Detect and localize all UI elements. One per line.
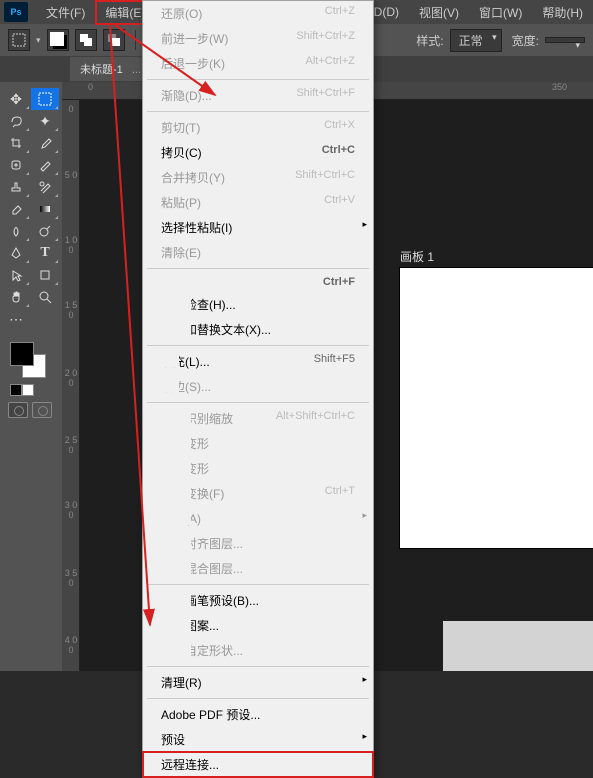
menu-presets[interactable]: 预设 (143, 727, 373, 752)
tab-title: 未标题-1 (80, 64, 123, 76)
width-input[interactable] (545, 37, 585, 43)
menu-help[interactable]: 帮助(H) (532, 0, 593, 25)
marquee-tool-icon[interactable] (8, 29, 30, 51)
menu-stroke[interactable]: 描边(S)... (143, 374, 373, 399)
menu-adobe-pdf[interactable]: Adobe PDF 预设... (143, 702, 373, 727)
history-brush-tool[interactable] (31, 176, 59, 198)
menu-purge[interactable]: 清理(R) (143, 670, 373, 695)
menu-step-forward[interactable]: 前进一步(W)Shift+Ctrl+Z (143, 26, 373, 51)
stamp-tool[interactable] (2, 176, 30, 198)
chevron-down-icon[interactable]: ▾ (36, 35, 41, 46)
ruler-tick: 2 5 0 (62, 435, 80, 455)
menu-define-pattern[interactable]: 定义图案... (143, 613, 373, 638)
quickmask-mode-icon[interactable] (32, 402, 52, 418)
hand-tool[interactable] (2, 286, 30, 308)
healing-tool[interactable] (2, 154, 30, 176)
artboard-label[interactable]: 画板 1 (400, 248, 434, 265)
app-logo: Ps (4, 2, 28, 22)
menu-transform[interactable]: 变换(A) (143, 506, 373, 531)
gradient-tool[interactable] (31, 198, 59, 220)
width-label: 宽度: (512, 32, 539, 49)
menu-undo[interactable]: 还原(O)Ctrl+Z (143, 1, 373, 26)
menu-copy[interactable]: 拷贝(C)Ctrl+C (143, 140, 373, 165)
menu-check-spelling[interactable]: 拼写检查(H)... (143, 292, 373, 317)
type-tool[interactable]: T (31, 242, 59, 264)
ruler-tick: 5 0 (62, 170, 80, 180)
style-dropdown[interactable]: 正常 (450, 29, 502, 52)
menu-clear[interactable]: 清除(E) (143, 240, 373, 265)
ruler-tick: 1 5 0 (62, 300, 80, 320)
document-tab[interactable]: 未标题-1 ... (70, 57, 151, 81)
eraser-tool[interactable] (2, 198, 30, 220)
path-select-tool[interactable] (2, 264, 30, 286)
ruler-tick: 4 0 0 (62, 635, 80, 655)
menu-perspective-warp[interactable]: 透视变形 (143, 456, 373, 481)
lasso-tool[interactable] (2, 110, 30, 132)
menu-define-shape[interactable]: 定义自定形状... (143, 638, 373, 663)
menu-remote-connection[interactable]: 远程连接... (143, 752, 373, 777)
menu-puppet-warp[interactable]: 操控变形 (143, 431, 373, 456)
selection-add-icon[interactable] (75, 29, 97, 51)
selection-new-icon[interactable] (47, 29, 69, 51)
ruler-tick: 3 5 0 (62, 568, 80, 588)
menu-copy-merged[interactable]: 合并拷贝(Y)Shift+Ctrl+C (143, 165, 373, 190)
crop-tool[interactable] (2, 132, 30, 154)
menu-paste[interactable]: 粘贴(P)Ctrl+V (143, 190, 373, 215)
menu-find-replace[interactable]: 查找和替换文本(X)... (143, 317, 373, 342)
menu-window[interactable]: 窗口(W) (469, 0, 532, 25)
ruler-tick: 1 0 0 (62, 235, 80, 255)
menu-content-aware-scale[interactable]: 内容识别缩放Alt+Shift+Ctrl+C (143, 406, 373, 431)
blur-tool[interactable] (2, 220, 30, 242)
menu-auto-align[interactable]: 自动对齐图层... (143, 531, 373, 556)
dodge-tool[interactable] (31, 220, 59, 242)
menu-fill[interactable]: 填充(L)...Shift+F5 (143, 349, 373, 374)
marquee-tool[interactable] (31, 88, 59, 110)
magic-wand-tool[interactable]: ✦ (31, 110, 59, 132)
swap-colors-icon[interactable] (22, 384, 34, 396)
brush-tool[interactable] (31, 154, 59, 176)
menu-auto-blend[interactable]: 自动混合图层... (143, 556, 373, 581)
shape-tool[interactable] (31, 264, 59, 286)
ruler-tick: 3 0 0 (62, 500, 80, 520)
ruler-tick: 0 (62, 104, 80, 114)
style-label: 样式: (416, 32, 443, 49)
ruler-tick: 350 (552, 82, 567, 92)
move-tool[interactable]: ✥ (2, 88, 30, 110)
tab-suffix: ... (132, 64, 141, 76)
menu-paste-special[interactable]: 选择性粘贴(I) (143, 215, 373, 240)
menu-cut[interactable]: 剪切(T)Ctrl+X (143, 115, 373, 140)
zoom-tool[interactable] (31, 286, 59, 308)
ruler-tick: 2 0 0 (62, 368, 80, 388)
ruler-tick: 0 (88, 82, 93, 92)
eyedropper-tool[interactable] (31, 132, 59, 154)
menu-fade[interactable]: 渐隐(D)...Shift+Ctrl+F (143, 83, 373, 108)
menu-search[interactable]: Ctrl+F (143, 272, 373, 292)
edit-dropdown-menu: 还原(O)Ctrl+Z 前进一步(W)Shift+Ctrl+Z 后退一步(K)A… (142, 0, 374, 778)
edit-toolbar[interactable]: ⋯ (2, 308, 30, 330)
artboard[interactable] (400, 268, 593, 548)
color-swatches[interactable] (10, 342, 50, 382)
menu-define-brush[interactable]: 定义画笔预设(B)... (143, 588, 373, 613)
watermark-overlay (443, 621, 593, 671)
menu-file[interactable]: 文件(F) (36, 0, 95, 25)
pen-tool[interactable] (2, 242, 30, 264)
menu-step-back[interactable]: 后退一步(K)Alt+Ctrl+Z (143, 51, 373, 76)
selection-subtract-icon[interactable] (103, 29, 125, 51)
foreground-color[interactable] (10, 342, 34, 366)
menu-free-transform[interactable]: 自由变换(F)Ctrl+T (143, 481, 373, 506)
ruler-vertical: 0 5 0 1 0 0 1 5 0 2 0 0 2 5 0 3 0 0 3 5 … (62, 100, 80, 671)
default-colors-icon[interactable] (10, 384, 22, 396)
tools-panel: ✥ ✦ T ⋯ (0, 82, 62, 671)
standard-mode-icon[interactable] (8, 402, 28, 418)
menu-view[interactable]: 视图(V) (409, 0, 469, 25)
